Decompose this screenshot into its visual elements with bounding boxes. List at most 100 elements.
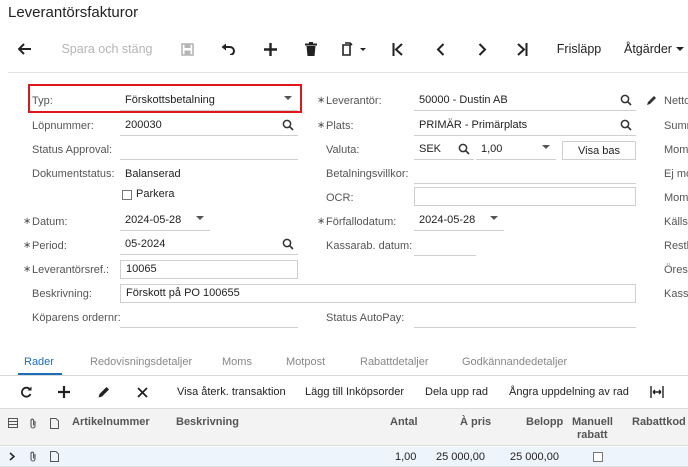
visa-bas-button[interactable]: Visa bas [562,141,636,160]
period-label: Period: [23,240,67,252]
edit-icon[interactable] [646,95,657,109]
betalningsvillkor-input[interactable] [414,165,636,184]
koparens-ordernr-input[interactable] [120,309,298,328]
right-label-moms-2: Moms [664,192,688,204]
row-attachment-icon[interactable] [29,451,37,465]
leverantorsref-value: 10065 [126,263,157,275]
dokumentstatus-value: Balanserad [125,168,181,180]
parkera-checkbox[interactable] [122,190,132,200]
kassarab-datum-label: Kassarab. datum: [326,240,413,252]
beskrivning-input[interactable]: Förskott på PO 100655 [120,284,636,303]
status-autopay-value [414,309,636,328]
column-header-artikelnummer[interactable]: Artikelnummer [72,416,150,428]
status-approval-value [120,141,298,160]
datum-value: 2024-05-28 [125,214,182,226]
period-value: 05-2024 [125,238,166,250]
copy-paste-icon[interactable] [336,30,372,68]
lopnummer-input[interactable]: 200030 [120,117,298,136]
column-header-a-pris[interactable]: À pris [460,416,491,428]
forfallodatum-input[interactable]: 2024-05-28 [414,212,504,231]
leverantor-label: Leverantör: [317,95,382,107]
save-close-button[interactable]: Spara och stäng [58,30,156,68]
last-record-icon[interactable] [512,30,532,68]
detail-tabs: Rader Redovisningsdetaljer Moms Motpost … [0,352,688,376]
row-a-pris[interactable]: 25 000,00 [436,451,485,463]
column-header-antal[interactable]: Antal [390,416,418,428]
column-header-beskrivning[interactable]: Beskrivning [176,416,239,428]
period-input[interactable]: 05-2024 [120,236,298,255]
fit-columns-icon[interactable] [650,378,666,406]
leverantor-input[interactable]: 50000 - Dustin AB [414,92,636,111]
parkera-label: Parkera [136,188,175,200]
attachment-icon [29,418,37,432]
valuta-label: Valuta: [326,144,360,156]
row-note-icon[interactable] [50,451,59,465]
grid-toolbar: Visa återk. transaktion Lägg till Inköps… [0,378,688,406]
tab-redovisningsdetaljer[interactable]: Redovisningsdetaljer [90,356,192,368]
angra-uppdelning-button[interactable]: Ångra uppdelning av rad [509,378,629,406]
row-expand-icon[interactable] [9,452,16,464]
plats-input[interactable]: PRIMÄR - Primärplats [414,117,636,136]
right-label-kassarabatt: Kass [664,288,688,300]
right-label-restbelopp: Restb [664,240,688,252]
back-arrow-icon[interactable] [14,30,36,68]
search-icon[interactable] [620,94,632,106]
first-record-icon[interactable] [388,30,408,68]
atgarder-menu[interactable]: Åtgärder [624,30,688,68]
search-icon[interactable] [282,238,294,250]
trash-icon[interactable] [301,30,321,68]
search-icon[interactable] [458,143,470,155]
edit-row-icon[interactable] [98,378,114,406]
column-header-belopp[interactable]: Belopp [526,416,563,428]
leverantorsref-input[interactable]: 10065 [120,260,298,279]
kurs-value: 1,00 [481,143,503,155]
column-header-manuell-rabatt[interactable]: Manuell rabatt [572,416,613,442]
right-label-ej-moms: Ej mo [664,168,688,180]
valuta-value: SEK [419,143,442,155]
search-icon[interactable] [282,119,294,131]
tab-moms[interactable]: Moms [222,356,252,368]
row-manuell-rabatt-checkbox[interactable] [593,452,603,462]
forfallodatum-label: Förfallodatum: [317,216,396,228]
dela-upp-rad-button[interactable]: Dela upp rad [425,378,488,406]
right-label-netto: Netto [664,95,688,107]
tab-rader[interactable]: Rader [24,356,54,368]
tab-rabattdetaljer[interactable]: Rabattdetaljer [360,356,429,368]
ocr-input[interactable] [414,187,636,206]
next-record-icon[interactable] [472,30,492,68]
refresh-icon[interactable] [20,378,36,406]
column-header-manuell-line2: rabatt [577,429,608,441]
add-row-icon[interactable] [58,378,74,406]
tab-godkannandedetaljer[interactable]: Godkännandedetaljer [462,356,567,368]
delete-row-icon[interactable] [137,378,153,406]
datum-input[interactable]: 2024-05-28 [120,212,210,231]
visa-aterk-transaktion-button[interactable]: Visa återk. transaktion [177,378,286,406]
valuta-input[interactable]: SEK [414,141,474,160]
lagg-till-inkopsorder-button[interactable]: Lägg till Inköpsorder [305,378,404,406]
tab-motpost[interactable]: Motpost [286,356,325,368]
kurs-select[interactable]: 1,00 [476,141,556,160]
grid-header: Artikelnummer Beskrivning Antal À pris B… [0,408,688,446]
table-row[interactable]: 1,00 25 000,00 25 000,00 [0,447,688,467]
column-settings-icon[interactable] [8,418,18,431]
row-antal[interactable]: 1,00 [395,451,416,463]
previous-record-icon[interactable] [430,30,450,68]
beskrivning-label: Beskrivning: [32,288,92,300]
add-icon[interactable] [260,30,280,68]
search-icon[interactable] [620,119,632,131]
frislapp-button[interactable]: Frisläpp [553,30,605,68]
status-autopay-label: Status AutoPay: [326,312,405,324]
kassarab-datum-input[interactable] [414,237,476,256]
right-label-summa: Summ [664,120,688,132]
column-header-rabattkod[interactable]: Rabattkod [632,416,686,428]
beskrivning-value: Förskott på PO 100655 [126,287,240,299]
status-approval-label: Status Approval: [32,144,113,156]
column-header-manuell-line1: Manuell [572,416,613,428]
leverantorsref-label: Leverantörsref.: [23,264,109,276]
right-label-oresavrundning: Öres [664,264,688,276]
highlight-box [28,84,302,113]
page-title: Leverantörsfakturor [8,4,139,21]
save-icon[interactable] [178,30,196,68]
undo-icon[interactable] [218,30,238,68]
row-belopp[interactable]: 25 000,00 [510,451,559,463]
